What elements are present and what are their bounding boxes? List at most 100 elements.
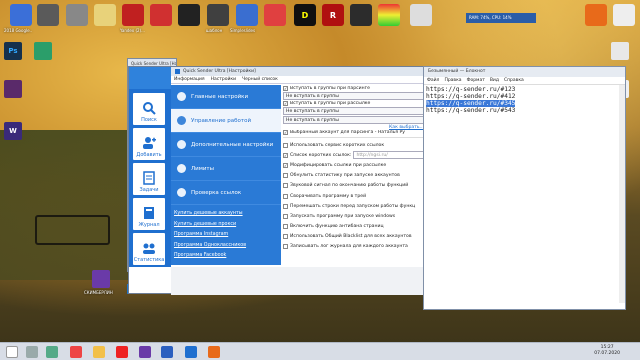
link-buy-proxies[interactable]: Купить дешевые прокси <box>174 222 246 233</box>
notepad-text-area[interactable]: https://q-sender.ru/#123 https://q-sende… <box>424 85 625 115</box>
right-icon-1[interactable] <box>611 42 629 60</box>
link-odnoklassniki[interactable]: Программа Одноклассников <box>174 243 246 254</box>
search-taskbar-icon[interactable] <box>26 346 38 358</box>
desktop-icon-bottom[interactable] <box>92 270 110 288</box>
option-checkbox-0[interactable] <box>283 142 288 148</box>
desktop-label-2: Yandex (2)... <box>120 28 145 33</box>
option-label-1: Список коротких ссылок: <box>290 152 352 158</box>
app-green-icon[interactable] <box>34 42 52 60</box>
nav-extra-settings[interactable]: Дополнительные настройки <box>171 133 281 157</box>
photoshop-icon[interactable]: Ps <box>4 42 22 60</box>
desktop-icon-yandex[interactable] <box>122 4 144 26</box>
menu-settings[interactable]: Настройки <box>211 77 236 82</box>
link-facebook[interactable]: Программа Facebook <box>174 253 246 264</box>
option-checkbox-5[interactable] <box>283 193 288 199</box>
taskbar-clock[interactable]: 15:27 07.07.2020 <box>594 345 620 357</box>
option-row: Использовать сервис коротких ссылок <box>283 140 424 150</box>
settings-panel: Quick Sender Ultra [Настройки] Информаци… <box>171 67 424 295</box>
nav-extra-settings-label: Дополнительные настройки <box>191 141 274 148</box>
quicksender-taskbar-icon[interactable] <box>185 346 197 358</box>
desktop-icon-dp[interactable]: D <box>294 4 316 26</box>
notepad-menu-help[interactable]: Справка <box>504 78 524 83</box>
option-checkbox-10[interactable] <box>283 244 288 250</box>
nav-work-control[interactable]: Управление работой <box>171 109 281 133</box>
join-send-row: ✓ Вступать в группы при рассылке <box>283 101 424 106</box>
notepad-menu-view[interactable]: Вид <box>490 78 499 83</box>
option-checkbox-9[interactable] <box>283 234 288 240</box>
notepad-menu-format[interactable]: Формат <box>467 78 485 83</box>
desktop-icon-white[interactable] <box>613 4 635 26</box>
desktop-icon-pdf[interactable] <box>150 4 172 26</box>
desktop-icon-doc[interactable] <box>236 4 258 26</box>
option-label-7: Запускать программу при запуске windows <box>290 213 396 219</box>
settings-title: Quick Sender Ultra [Настройки] <box>183 69 256 74</box>
notepad-window[interactable]: Безымянный — Блокнот Файл Правка Формат … <box>423 66 626 310</box>
option-checkbox-8[interactable] <box>283 224 288 230</box>
option-checkbox-2[interactable]: ✓ <box>283 162 288 168</box>
notepad-menu-file[interactable]: Файл <box>427 78 439 83</box>
link-buy-accounts[interactable]: Купить дешевые аккаунты <box>174 211 246 222</box>
notepad-line-selected: https://q-sender.ru/#345 <box>426 100 516 107</box>
account-checkbox[interactable]: ✓ <box>283 130 288 135</box>
link-instagram[interactable]: Программа Instagram <box>174 232 246 243</box>
desktop-icon-dark[interactable] <box>178 4 200 26</box>
sidebar-stats-button[interactable]: Статистика <box>133 233 165 265</box>
sliders-icon <box>177 140 186 149</box>
option-checkbox-6[interactable] <box>283 203 288 209</box>
settings-bottom-strip <box>171 267 424 295</box>
settings-title-bar: Quick Sender Ultra [Настройки] <box>171 67 424 76</box>
wrench-icon <box>177 116 186 125</box>
join-parse-checkbox[interactable]: ✓ <box>283 86 288 91</box>
menu-info[interactable]: Информация <box>174 77 205 82</box>
tasks-icon <box>143 171 155 185</box>
short-links-input[interactable]: http://ngsi.ru/ <box>353 151 424 160</box>
join-send-select[interactable]: Не вступать в группы <box>283 107 424 115</box>
word-icon[interactable] <box>161 346 173 358</box>
desktop-icon-app[interactable] <box>350 4 372 26</box>
desktop-icon-file[interactable] <box>410 4 432 26</box>
option-row: Использовать Общий Blacklist для всех ак… <box>283 232 424 242</box>
app-taskbar-icon[interactable] <box>139 346 151 358</box>
nav-link-check[interactable]: Проверка ссылок <box>171 181 281 205</box>
join-parse-row: ✓ Вступать в группы при парсинге <box>283 86 424 91</box>
join-send-select-2[interactable]: Не вступать в группы <box>283 116 424 124</box>
sidebar-search-button[interactable]: Поиск <box>133 93 165 125</box>
sidebar-journal-button[interactable]: Журнал <box>133 198 165 230</box>
sidebar-tasks-button[interactable]: Задачи <box>133 163 165 195</box>
desktop-icon-folder[interactable] <box>94 4 116 26</box>
taskview-icon[interactable] <box>46 346 58 358</box>
option-label-6: Перемешать строки перед запуском работы … <box>290 203 416 209</box>
clock-icon <box>177 164 186 173</box>
desktop-icon-1[interactable] <box>10 4 32 26</box>
desktop-icon-2[interactable] <box>37 4 59 26</box>
desktop-icon-red[interactable] <box>264 4 286 26</box>
sidebar-add-label: Добавить <box>136 152 162 158</box>
menu-blacklist[interactable]: Черный список <box>242 77 278 82</box>
desktop-icon-orange[interactable] <box>585 4 607 26</box>
media-taskbar-icon[interactable] <box>208 346 220 358</box>
option-checkbox-7[interactable] <box>283 213 288 219</box>
start-button[interactable] <box>6 346 18 358</box>
webm-icon[interactable]: W <box>4 122 22 140</box>
desktop-icon-stripes[interactable] <box>378 4 400 26</box>
notepad-scrollbar[interactable] <box>619 85 625 303</box>
desktop-icon-film[interactable] <box>207 4 229 26</box>
explorer-icon[interactable] <box>93 346 105 358</box>
sidebar-add-button[interactable]: Добавить <box>133 128 165 160</box>
notepad-menu-edit[interactable]: Правка <box>444 78 461 83</box>
nav-main-settings[interactable]: Главные настройки <box>171 85 281 109</box>
join-parse-select[interactable]: Не вступать в группы <box>283 92 424 100</box>
option-checkbox-3[interactable] <box>283 173 288 179</box>
nav-limits-label: Лимиты <box>191 165 214 172</box>
yandex-browser-icon[interactable] <box>116 346 128 358</box>
option-checkbox-4[interactable] <box>283 183 288 189</box>
nav-limits[interactable]: Лимиты <box>171 157 281 181</box>
app-purple-icon[interactable] <box>4 80 22 98</box>
join-send-checkbox[interactable]: ✓ <box>283 101 288 106</box>
clock-date: 07.07.2020 <box>594 351 620 356</box>
quick-sender-window[interactable]: Поиск Добавить Задачи Журнал Статистика … <box>128 66 424 295</box>
option-checkbox-1[interactable]: ✓ <box>283 152 288 158</box>
desktop-icon-3[interactable] <box>66 4 88 26</box>
desktop-icon-res[interactable]: R <box>322 4 344 26</box>
chrome-icon[interactable] <box>70 346 82 358</box>
